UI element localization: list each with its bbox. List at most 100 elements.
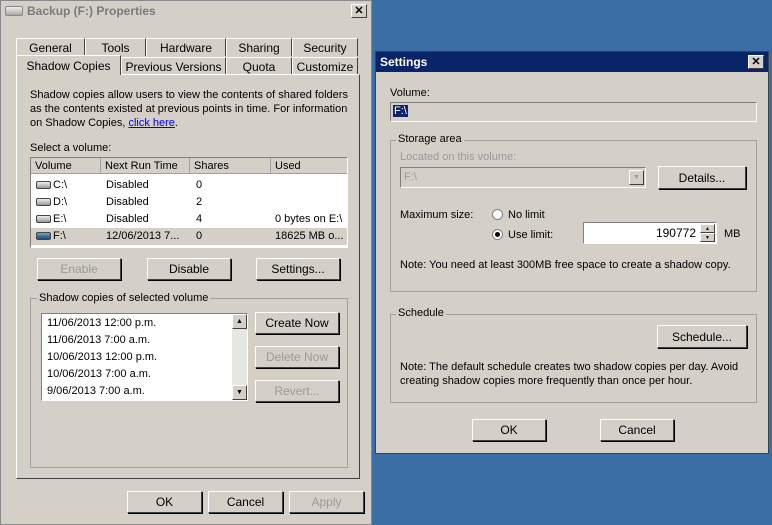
cell-next-run: Disabled — [106, 179, 149, 191]
cancel-button[interactable]: Cancel — [208, 491, 283, 513]
arrow-down-icon: ▼ — [705, 234, 710, 241]
button-label: OK — [500, 423, 518, 437]
button-label: Enable — [60, 262, 98, 276]
located-label: Located on this volume: — [400, 151, 517, 163]
tab-label: Customize — [296, 59, 354, 74]
storage-note: Note: You need at least 300MB free space… — [400, 259, 731, 271]
tab-customize[interactable]: Customize — [292, 57, 358, 75]
volume-list[interactable]: Volume Next Run Time Shares Used C:\ Dis… — [30, 157, 348, 248]
disable-button[interactable]: Disable — [147, 258, 231, 280]
tab-label: General — [29, 40, 72, 55]
column-header-volume[interactable]: Volume — [31, 158, 101, 174]
limit-spinbox[interactable]: 190772 ▲ ▼ — [583, 222, 717, 244]
select-volume-label: Select a volume: — [30, 142, 112, 154]
column-header-next-run[interactable]: Next Run Time — [101, 158, 190, 174]
chevron-down-icon: ▼ — [633, 174, 640, 181]
located-volume-select[interactable]: F:\ ▼ — [400, 167, 646, 188]
close-icon: ✕ — [354, 4, 364, 17]
button-label: Disable — [168, 262, 210, 276]
enable-button[interactable]: Enable — [37, 258, 121, 280]
list-item[interactable]: 11/06/2013 7:00 a.m. — [47, 334, 150, 346]
details-button[interactable]: Details... — [658, 166, 746, 189]
settings-cancel-button[interactable]: Cancel — [600, 419, 674, 441]
table-row[interactable]: D:\ Disabled 2 — [31, 194, 347, 211]
click-here-link[interactable]: click here — [128, 117, 174, 129]
tab-label: Quota — [242, 59, 276, 74]
settings-titlebar[interactable]: Settings ✕ — [376, 52, 768, 72]
intro-text: Shadow copies allow users to view the co… — [30, 88, 352, 130]
dropdown-button[interactable]: ▼ — [629, 170, 644, 185]
table-row[interactable]: E:\ Disabled 4 0 bytes on E:\ — [31, 211, 347, 228]
scroll-down-button[interactable]: ▼ — [232, 385, 247, 400]
ok-button[interactable]: OK — [127, 491, 202, 513]
drive-app-icon — [5, 6, 23, 16]
list-item[interactable]: 9/06/2013 7:00 a.m. — [47, 385, 145, 397]
button-label: Create Now — [265, 316, 329, 330]
column-header-used[interactable]: Used — [271, 158, 347, 174]
create-now-button[interactable]: Create Now — [255, 312, 339, 334]
cell-used: 18625 MB o... — [275, 230, 344, 242]
tab-previous-versions[interactable]: Previous Versions — [121, 57, 226, 75]
table-row-selected[interactable]: F:\ 12/06/2013 7... 0 18625 MB o... — [31, 228, 347, 245]
drive-icon — [36, 198, 51, 206]
spin-down-button[interactable]: ▼ — [700, 233, 715, 242]
tab-shadow-copies[interactable]: Shadow Copies — [16, 55, 121, 75]
volume-field: F:\ — [390, 102, 757, 122]
tab-tools[interactable]: Tools — [85, 38, 146, 56]
properties-window: Backup (F:) Properties ✕ General Tools H… — [0, 0, 372, 525]
apply-button[interactable]: Apply — [289, 491, 364, 513]
arrow-up-icon: ▲ — [705, 225, 710, 232]
cell-shares: 4 — [196, 213, 203, 225]
list-item[interactable]: 10/06/2013 7:00 a.m. — [47, 368, 151, 380]
schedule-label: Schedule — [396, 307, 446, 319]
button-label: Cancel — [226, 495, 265, 509]
settings-ok-button[interactable]: OK — [472, 419, 546, 441]
button-label: Revert... — [274, 384, 320, 398]
cell-next-run: Disabled — [106, 196, 149, 208]
no-limit-radio[interactable] — [492, 209, 503, 220]
tab-hardware[interactable]: Hardware — [146, 38, 226, 56]
button-label: Details... — [678, 170, 726, 185]
list-item[interactable]: 11/06/2013 12:00 p.m. — [47, 317, 156, 329]
intro-body: Shadow copies allow users to view the co… — [30, 89, 348, 129]
scrollbar[interactable]: ▲ ▼ — [232, 314, 247, 400]
shadow-copy-list[interactable]: 11/06/2013 12:00 p.m. 11/06/2013 7:00 a.… — [41, 313, 248, 401]
close-icon: ✕ — [751, 55, 761, 68]
settings-close-button[interactable]: ✕ — [748, 55, 764, 69]
tab-quota[interactable]: Quota — [226, 57, 292, 75]
schedule-note: Note: The default schedule creates two s… — [400, 361, 739, 387]
delete-now-button[interactable]: Delete Now — [255, 346, 339, 368]
arrow-up-icon: ▲ — [236, 318, 243, 325]
cell-shares: 0 — [196, 230, 203, 242]
button-label: Cancel — [618, 423, 656, 437]
tab-label: Shadow Copies — [26, 58, 111, 73]
button-label: Settings... — [271, 262, 325, 276]
drive-icon — [36, 181, 51, 189]
no-limit-label: No limit — [508, 209, 545, 221]
spin-up-button[interactable]: ▲ — [700, 224, 715, 233]
settings-title: Settings — [380, 55, 428, 69]
scroll-up-button[interactable]: ▲ — [232, 314, 247, 329]
cell-shares: 0 — [196, 179, 203, 191]
use-limit-label: Use limit: — [508, 229, 554, 241]
table-row[interactable]: C:\ Disabled 0 — [31, 177, 347, 194]
use-limit-radio[interactable] — [492, 229, 503, 240]
tab-sharing[interactable]: Sharing — [226, 38, 292, 56]
list-item[interactable]: 10/06/2013 12:00 p.m. — [47, 351, 157, 363]
schedule-button[interactable]: Schedule... — [657, 325, 747, 348]
settings-button[interactable]: Settings... — [256, 258, 340, 280]
located-value: F:\ — [404, 171, 417, 183]
tab-general[interactable]: General — [16, 38, 85, 56]
tab-security[interactable]: Security — [292, 38, 358, 56]
close-button[interactable]: ✕ — [351, 4, 367, 18]
tab-label: Tools — [101, 40, 130, 55]
properties-titlebar[interactable]: Backup (F:) Properties ✕ — [1, 1, 371, 21]
drive-icon — [36, 232, 51, 240]
revert-button[interactable]: Revert... — [255, 380, 339, 402]
limit-unit: MB — [724, 228, 741, 240]
column-header-shares[interactable]: Shares — [190, 158, 271, 174]
cell-used: 0 bytes on E:\ — [275, 213, 343, 225]
radio-dot — [495, 232, 500, 237]
cell-next-run: Disabled — [106, 213, 149, 225]
arrow-down-icon: ▼ — [236, 389, 243, 396]
